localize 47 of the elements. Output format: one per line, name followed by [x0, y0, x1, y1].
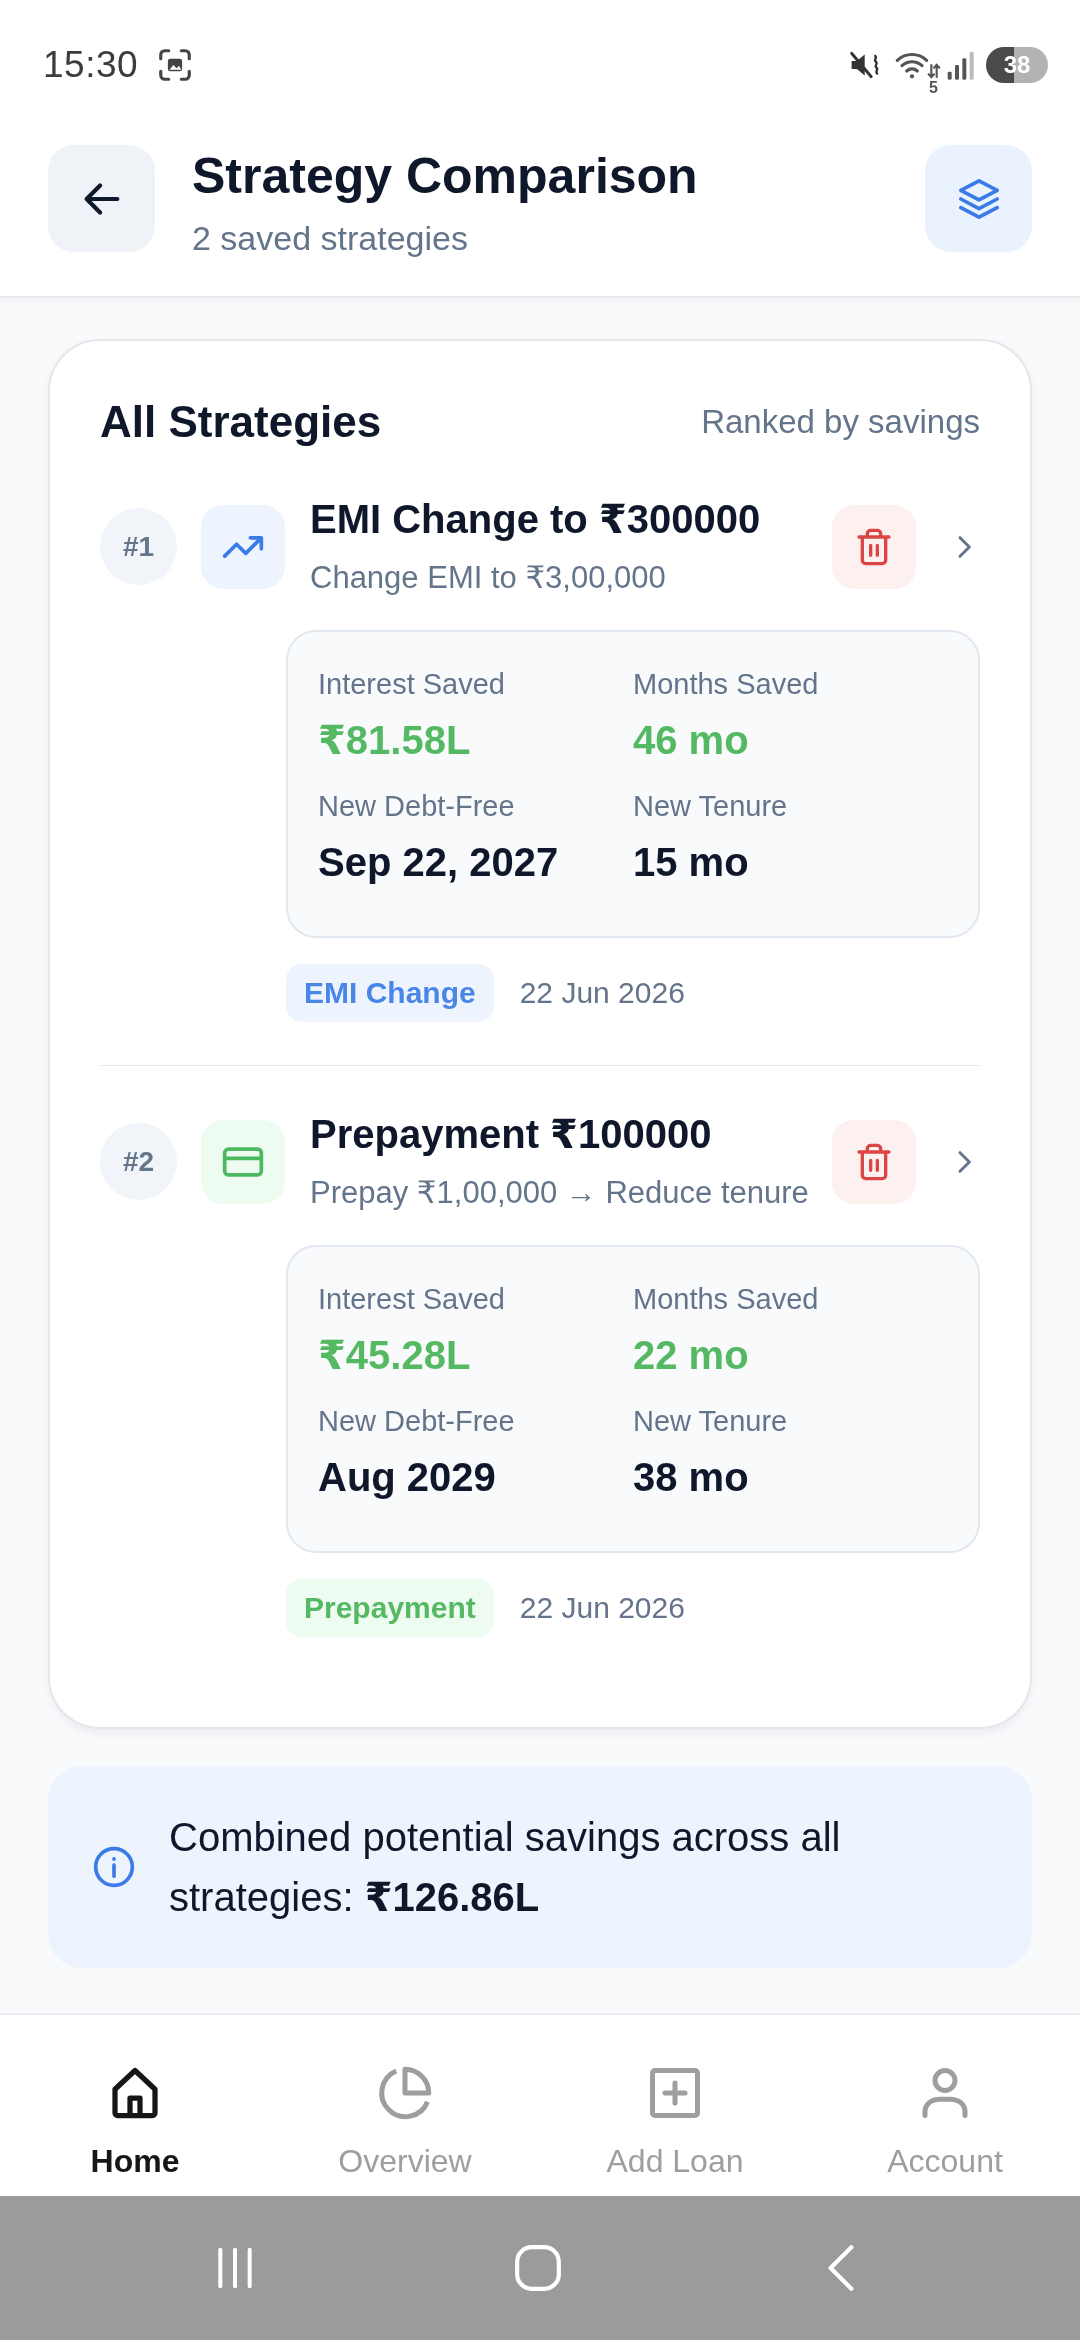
strategy-title: Prepayment ₹100000 — [310, 1111, 713, 1158]
category-tag: Prepayment — [286, 1579, 494, 1637]
nav-tab[interactable]: Home — [0, 2015, 270, 2196]
signal-icon — [946, 49, 976, 81]
section-title: All Strategies — [100, 396, 382, 448]
rank-badge: #1 — [100, 508, 177, 585]
stat-value: Aug 2029 — [318, 1454, 497, 1501]
nav-tab[interactable]: Overview — [270, 2015, 540, 2196]
page-title: Strategy Comparison — [192, 147, 698, 206]
status-time: 15:30 — [43, 44, 139, 86]
stat-value: 46 mo — [633, 717, 750, 764]
stat-value: 22 mo — [633, 1332, 750, 1379]
sort-note: Ranked by savings — [701, 401, 980, 442]
layers-button[interactable] — [925, 145, 1032, 252]
stat-label: Months Saved — [633, 667, 820, 702]
nav-tab[interactable]: Account — [810, 2015, 1080, 2196]
stat-label: Months Saved — [633, 1282, 820, 1317]
stat-label: New Debt-Free — [318, 1404, 516, 1439]
delete-button[interactable] — [832, 504, 916, 589]
stat-label: Interest Saved — [318, 667, 506, 702]
delete-button[interactable] — [832, 1119, 916, 1204]
stat-value: 15 mo — [633, 839, 750, 886]
page-subtitle: 2 saved strategies — [192, 218, 469, 259]
trend-up-icon — [201, 504, 285, 589]
system-home-icon[interactable] — [512, 2243, 563, 2293]
credit-card-icon — [201, 1119, 285, 1204]
strategy-description: Change EMI to ₹3,00,000 — [310, 559, 667, 597]
stat-label: New Tenure — [633, 1404, 789, 1439]
saved-date: 22 Jun 2026 — [519, 975, 685, 1011]
strategy-title: EMI Change to ₹300000 — [310, 496, 762, 543]
network-label: 5 — [929, 80, 938, 96]
strategy-description: Prepay ₹1,00,000 → Reduce tenure — [310, 1174, 810, 1212]
stat-value: ₹81.58L — [318, 717, 472, 764]
category-tag: EMI Change — [286, 964, 494, 1022]
rank-badge: #2 — [100, 1123, 177, 1200]
stat-label: New Tenure — [633, 789, 789, 824]
stat-value: Sep 22, 2027 — [318, 839, 560, 886]
system-back-icon[interactable] — [825, 2243, 856, 2293]
stat-label: New Debt-Free — [318, 789, 516, 824]
stat-value: 38 mo — [633, 1454, 750, 1501]
summary-text: Combined potential savings across all strategies: ₹126.86L — [169, 1814, 842, 1921]
stat-value: ₹45.28L — [318, 1332, 472, 1379]
stat-label: Interest Saved — [318, 1282, 506, 1317]
saved-date: 22 Jun 2026 — [519, 1590, 685, 1626]
back-button[interactable] — [48, 145, 155, 252]
nav-tab[interactable]: Add Loan — [540, 2015, 810, 2196]
info-icon — [92, 1845, 136, 1889]
